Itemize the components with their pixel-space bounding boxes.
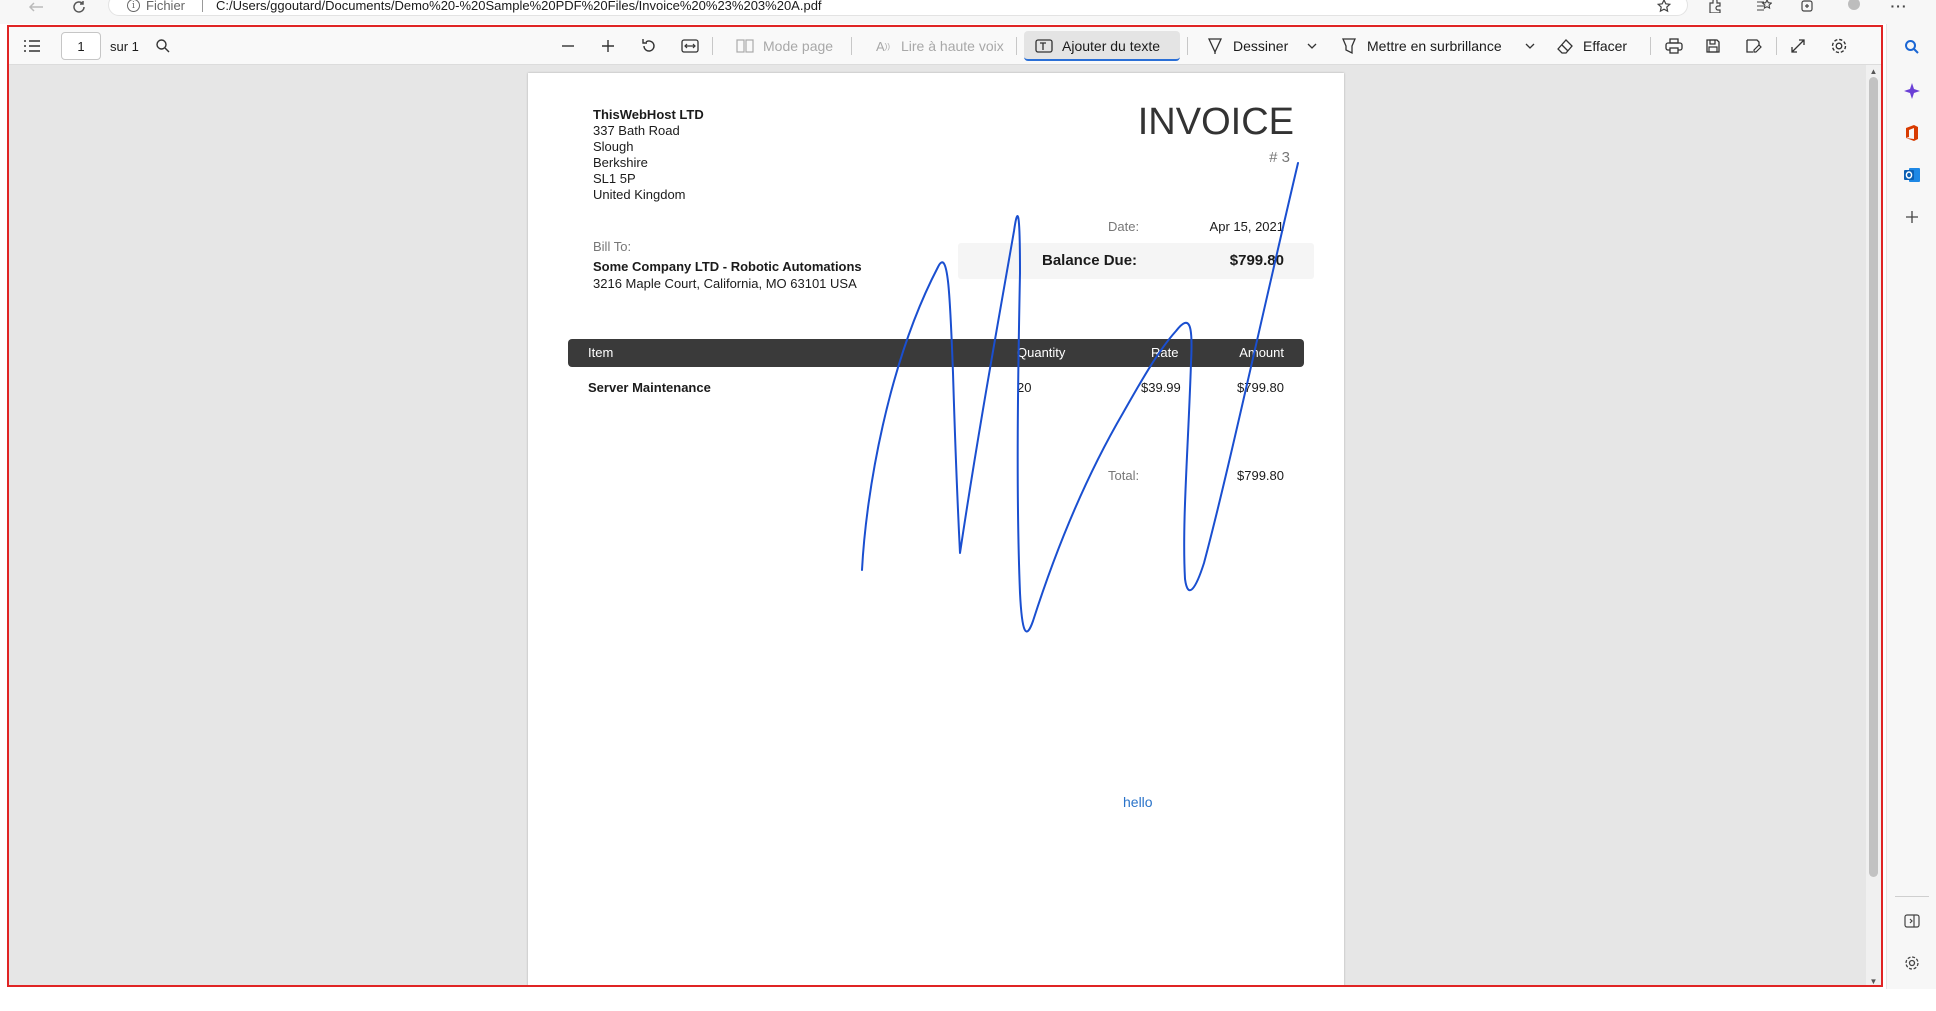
find-search-icon[interactable] xyxy=(155,27,171,65)
sidebar-toggle-icon[interactable] xyxy=(1899,908,1925,934)
erase-label: Effacer xyxy=(1583,38,1628,54)
address-bar: i Fichier C:/Users/ggoutard/Documents/De… xyxy=(0,0,1936,24)
office-icon[interactable] xyxy=(1899,120,1925,146)
back-arrow-icon[interactable] xyxy=(20,0,52,14)
toolbar-divider xyxy=(1187,37,1188,55)
copilot-sparkle-icon[interactable] xyxy=(1899,78,1925,104)
page-mode-label: Mode page xyxy=(763,38,834,54)
draw-options-chevron-down-icon[interactable] xyxy=(1307,27,1317,65)
highlighter-icon xyxy=(1339,36,1359,56)
page-number-input[interactable]: 1 xyxy=(61,32,101,60)
erase-button[interactable]: Effacer xyxy=(1555,27,1627,65)
url-text[interactable]: C:/Users/ggoutard/Documents/Demo%20-%20S… xyxy=(216,0,822,13)
refresh-icon[interactable] xyxy=(64,0,96,14)
rotate-icon[interactable] xyxy=(640,27,658,65)
url-divider xyxy=(202,0,203,12)
collections-icon[interactable] xyxy=(1797,0,1819,14)
read-aloud-button[interactable]: A)) Lire à haute voix xyxy=(873,27,1004,65)
draw-button[interactable]: Dessiner xyxy=(1205,27,1288,65)
highlight-label: Mettre en surbrillance xyxy=(1367,38,1502,54)
profile-avatar-icon[interactable] xyxy=(1843,0,1865,14)
outlook-icon[interactable] xyxy=(1899,162,1925,188)
pdf-viewer: 1 sur 1 Mode page A)) Lire à haute voix xyxy=(7,25,1883,987)
zoom-out-icon[interactable] xyxy=(560,27,576,65)
toolbar-divider xyxy=(851,37,852,55)
url-scheme-label: Fichier xyxy=(146,0,186,13)
sidebar-settings-icon[interactable] xyxy=(1899,950,1925,976)
two-page-icon xyxy=(735,36,755,56)
page-mode-button[interactable]: Mode page xyxy=(735,27,833,65)
favorite-add-icon[interactable] xyxy=(1654,0,1676,14)
scroll-thumb[interactable] xyxy=(1869,77,1878,877)
zoom-in-icon[interactable] xyxy=(600,27,616,65)
ink-stroke xyxy=(861,162,1299,633)
favorites-icon[interactable] xyxy=(1753,0,1775,14)
toolbar-divider xyxy=(712,37,713,55)
site-info[interactable]: i Fichier xyxy=(127,0,185,13)
vertical-scrollbar[interactable]: ▲ ▼ xyxy=(1866,65,1881,986)
pen-icon xyxy=(1205,36,1225,56)
print-icon[interactable] xyxy=(1665,27,1683,65)
read-aloud-icon: A)) xyxy=(876,38,890,54)
eraser-icon xyxy=(1555,36,1575,56)
toolbar-divider xyxy=(1776,37,1777,55)
info-icon: i xyxy=(127,0,140,12)
fit-to-width-icon[interactable] xyxy=(681,27,699,65)
toolbar-divider xyxy=(1016,37,1017,55)
sidebar-rail xyxy=(1886,24,1936,1011)
ink-drawing-annotation[interactable] xyxy=(528,73,1344,987)
search-icon[interactable] xyxy=(1899,34,1925,60)
save-icon[interactable] xyxy=(1705,27,1721,65)
scroll-up-arrow-icon[interactable]: ▲ xyxy=(1866,65,1881,77)
settings-menu-icon[interactable]: ··· xyxy=(1888,0,1910,14)
page-total-label: sur 1 xyxy=(110,38,139,54)
read-aloud-label: Lire à haute voix xyxy=(901,38,1004,54)
pdf-page: ThisWebHost LTD 337 Bath Road Slough Ber… xyxy=(528,73,1344,987)
scroll-down-arrow-icon[interactable]: ▼ xyxy=(1866,975,1881,986)
table-of-contents-icon[interactable] xyxy=(23,27,41,65)
draw-label: Dessiner xyxy=(1233,38,1289,54)
highlight-button[interactable]: Mettre en surbrillance xyxy=(1339,27,1502,65)
viewer-settings-gear-icon[interactable] xyxy=(1830,27,1848,65)
toolbar-divider xyxy=(1650,37,1651,55)
fullscreen-expand-icon[interactable] xyxy=(1790,27,1806,65)
save-as-icon[interactable] xyxy=(1745,27,1763,65)
bottom-strip xyxy=(0,989,1936,1011)
extensions-icon[interactable] xyxy=(1704,0,1726,14)
add-text-label: Ajouter du texte xyxy=(1062,38,1161,54)
pdf-toolbar: 1 sur 1 Mode page A)) Lire à haute voix xyxy=(9,27,1881,65)
text-box-icon xyxy=(1034,36,1054,56)
add-sidebar-app-icon[interactable] xyxy=(1899,204,1925,230)
rail-divider xyxy=(1895,896,1929,897)
highlight-options-chevron-down-icon[interactable] xyxy=(1525,27,1535,65)
add-text-button[interactable]: Ajouter du texte xyxy=(1034,27,1160,65)
